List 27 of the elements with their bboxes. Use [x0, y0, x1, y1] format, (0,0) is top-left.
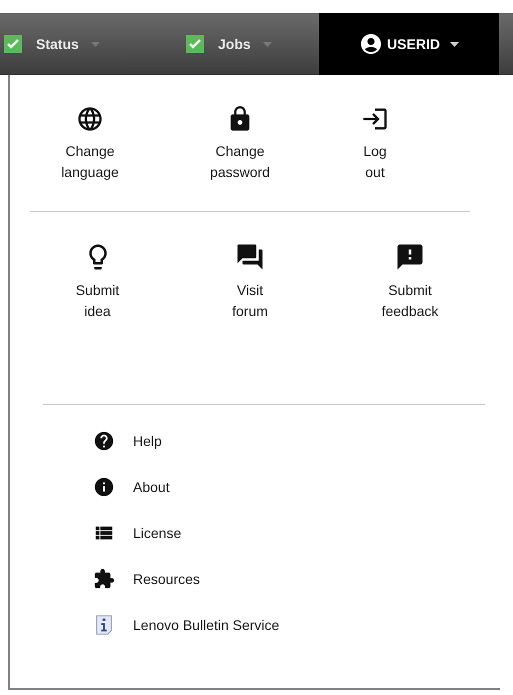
- menu-tile[interactable]: Submit idea: [10, 242, 185, 404]
- globe-icon: [76, 105, 104, 133]
- menu-tile[interactable]: Visit forum: [185, 242, 315, 404]
- menu-tile[interactable]: Submit feedback: [315, 242, 505, 404]
- caret-icon: [262, 42, 272, 46]
- menu-link[interactable]: License: [93, 522, 500, 544]
- exclamation-bubble-icon: [395, 242, 425, 272]
- menu-tile[interactable]: Change language: [10, 105, 170, 211]
- chat-bubbles-icon: [235, 242, 265, 272]
- menu-link[interactable]: Resources: [93, 568, 500, 590]
- puzzle-icon: [93, 568, 115, 590]
- checkbox-icon: [186, 35, 204, 53]
- caret-icon: [90, 42, 100, 46]
- document-icon: [93, 614, 115, 636]
- info-icon: [93, 476, 115, 498]
- nav-menu-label[interactable]: Status: [36, 36, 79, 52]
- checkbox-icon: [4, 35, 22, 53]
- menu-link[interactable]: Lenovo Bulletin Service: [93, 614, 500, 636]
- user-icon: [359, 32, 384, 56]
- user-menu-button[interactable]: USERID: [319, 13, 499, 75]
- menu-tile[interactable]: Log out: [310, 105, 440, 211]
- caret-icon: [450, 42, 459, 46]
- nav-menu-label[interactable]: Jobs: [218, 36, 251, 52]
- menu-link[interactable]: Help: [93, 430, 500, 452]
- menu-link[interactable]: About: [93, 476, 500, 498]
- menu-tile[interactable]: Change password: [170, 105, 310, 211]
- help-icon: [93, 430, 115, 452]
